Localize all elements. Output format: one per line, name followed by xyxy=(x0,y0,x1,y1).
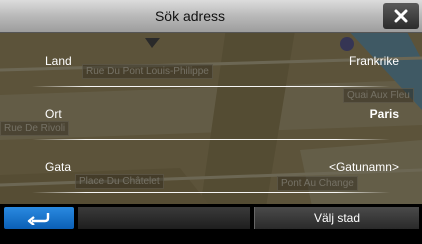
city-row[interactable]: Ort Paris xyxy=(0,90,422,140)
header-bar: Sök adress xyxy=(0,0,422,33)
city-value: Paris xyxy=(369,107,399,121)
close-button[interactable] xyxy=(383,3,419,29)
street-label: Gata xyxy=(45,160,72,174)
street-value: <Gatunamn> xyxy=(328,160,399,174)
select-city-button[interactable]: Välj stad xyxy=(254,207,419,229)
back-arrow-icon xyxy=(27,213,50,225)
footer-spacer xyxy=(78,207,250,229)
back-button[interactable] xyxy=(4,207,74,229)
country-label: Land xyxy=(45,54,72,68)
page-title: Sök adress xyxy=(154,8,226,24)
close-icon xyxy=(394,9,408,23)
divider xyxy=(32,139,390,140)
country-row[interactable]: Land Frankrike xyxy=(0,37,422,87)
divider xyxy=(32,192,390,193)
footer-bar: Välj stad xyxy=(0,204,422,244)
divider xyxy=(32,86,390,87)
country-value: Frankrike xyxy=(348,54,399,68)
street-row[interactable]: Gata <Gatunamn> xyxy=(0,143,422,193)
screen: Rue Du Pont Louis-Philippe Quai Aux Fleu… xyxy=(0,0,422,244)
city-label: Ort xyxy=(45,107,62,121)
